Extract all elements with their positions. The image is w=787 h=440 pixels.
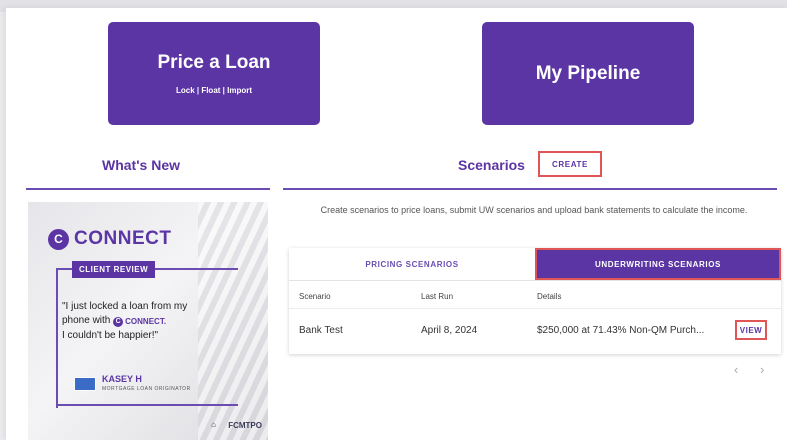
price-a-loan-sublabel: Lock | Float | Import xyxy=(175,86,253,95)
company-badge-icon xyxy=(74,377,96,391)
quote-line-1: "I just locked a loan from my xyxy=(62,301,188,312)
fcm-house-icon: ⌂ xyxy=(211,420,216,429)
tab-pricing-scenarios[interactable]: PRICING SCENARIOS xyxy=(289,248,535,280)
inline-connect-icon: C xyxy=(113,317,124,327)
pager-next-icon[interactable]: › xyxy=(760,362,764,377)
fcmtpo-brand: FCMTPO xyxy=(228,421,262,430)
promo-frame-bottom xyxy=(56,404,238,406)
cell-details: $250,000 at 71.43% Non-QM Purch... xyxy=(537,325,705,336)
pager-prev-icon[interactable]: ‹ xyxy=(734,362,738,377)
price-a-loan-label: Price a Loan xyxy=(157,52,271,73)
dashboard-sheet: Price a Loan Lock | Float | Import My Pi… xyxy=(6,8,787,440)
whats-new-title: What's New xyxy=(102,157,181,173)
cell-scenario: Bank Test xyxy=(299,325,343,336)
scenarios-panel: PRICING SCENARIOS UNDERWRITING SCENARIOS… xyxy=(289,248,781,354)
connect-logo: C CONNECT xyxy=(48,228,171,250)
scenarios-divider xyxy=(283,188,777,190)
column-header-scenario: Scenario xyxy=(299,292,331,301)
header-divider xyxy=(289,308,781,309)
whats-new-promo-card[interactable]: C CONNECT CLIENT REVIEW "I just locked a… xyxy=(28,202,268,440)
scenarios-title: Scenarios xyxy=(458,157,525,173)
connect-logo-text: CONNECT xyxy=(74,228,172,249)
scenarios-description: Create scenarios to price loans, submit … xyxy=(320,205,748,215)
view-scenario-button[interactable]: VIEW xyxy=(735,320,767,340)
price-a-loan-button[interactable]: Price a Loan Lock | Float | Import xyxy=(108,22,320,125)
quote-line-2: phone with C CONNECT. xyxy=(62,314,242,329)
quote-line-3: I couldn't be happier!" xyxy=(62,330,159,341)
client-review-badge: CLIENT REVIEW xyxy=(72,261,156,278)
my-pipeline-label: My Pipeline xyxy=(535,62,641,84)
promo-quote: "I just locked a loan from my phone with… xyxy=(62,300,242,343)
connect-logo-icon: C xyxy=(48,228,69,250)
whats-new-divider xyxy=(26,188,270,190)
inline-connect-logo: C CONNECT. xyxy=(113,315,166,329)
tab-underwriting-scenarios[interactable]: UNDERWRITING SCENARIOS xyxy=(535,248,781,280)
my-pipeline-button[interactable]: My Pipeline xyxy=(482,22,694,125)
inline-connect-text: CONNECT. xyxy=(125,317,167,326)
tab-divider xyxy=(289,280,781,281)
reviewer-name: KASEY H xyxy=(102,374,142,384)
reviewer-role: MORTGAGE LOAN ORIGINATOR xyxy=(102,386,191,392)
quote-line-2-prefix: phone with xyxy=(62,315,111,326)
column-header-last-run: Last Run xyxy=(421,292,454,301)
column-header-details: Details xyxy=(537,292,562,301)
create-scenario-button[interactable]: CREATE xyxy=(538,151,602,177)
cell-last-run: April 8, 2024 xyxy=(421,325,478,336)
